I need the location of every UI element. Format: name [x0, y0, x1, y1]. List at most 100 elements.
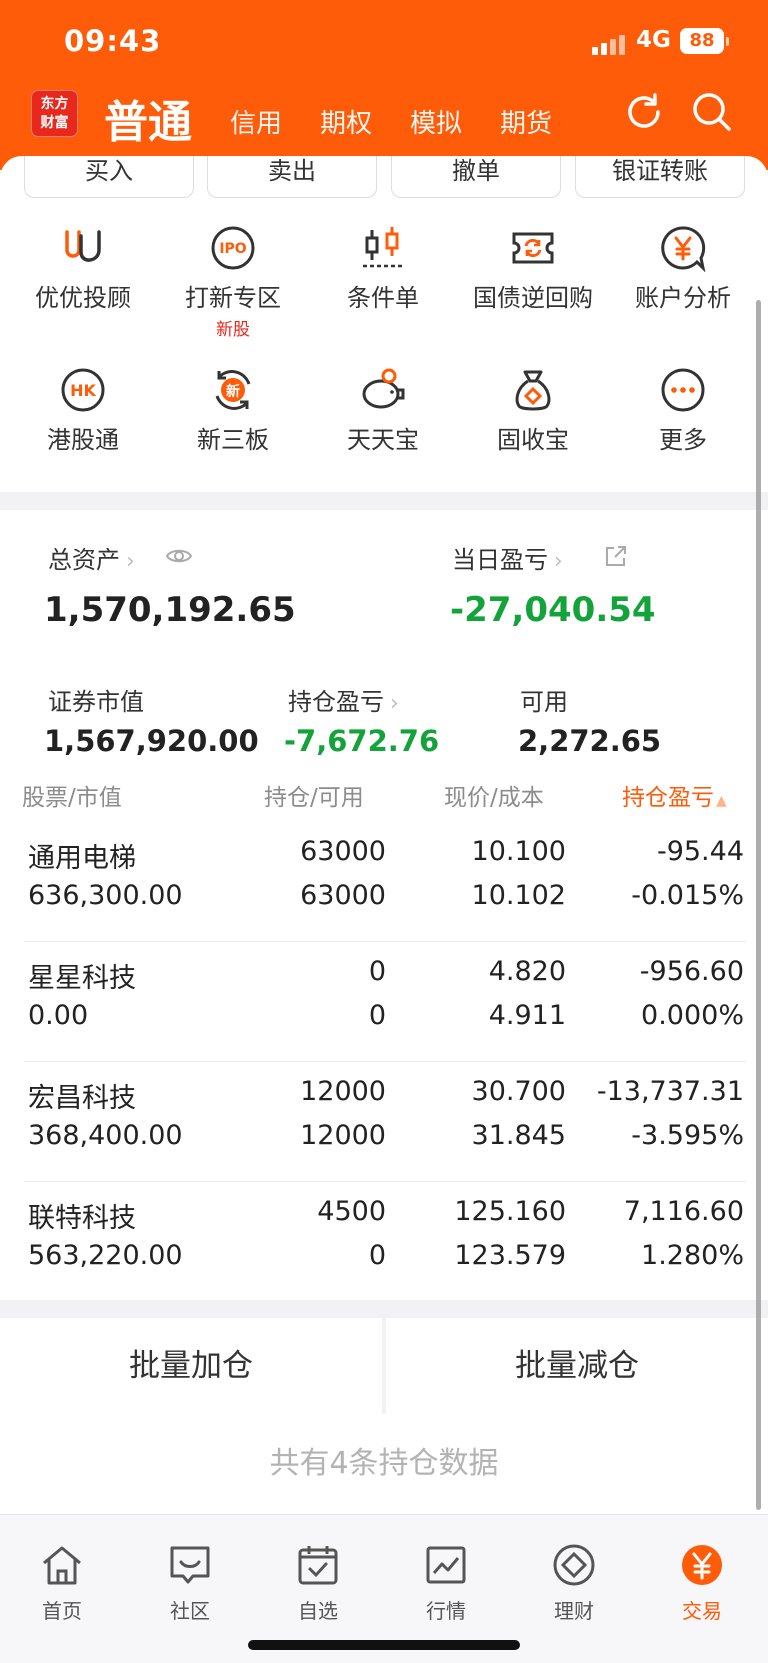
watchlist-icon — [298, 1546, 338, 1585]
signal-icon — [592, 33, 626, 55]
battery-icon: 88 — [680, 28, 729, 54]
daily-pl-value: -27,040.54 — [450, 590, 656, 630]
svg-text:新: 新 — [226, 383, 240, 400]
stock-name: 联特科技 — [28, 1203, 136, 1234]
logo-text-bottom: 财富 — [40, 115, 69, 131]
available-label: 可用 — [520, 688, 568, 716]
tab-simulation[interactable]: 模拟 — [410, 103, 462, 140]
grid-item-tiantianbao[interactable]: 天天宝 — [308, 366, 458, 455]
nav-trade[interactable]: 交易 — [652, 1543, 752, 1624]
app-header: 09:43 4G 88 东方 财富 普通 信用 期权 模拟 期货 — [0, 0, 768, 170]
sort-arrow-icon: ▲ — [716, 793, 727, 809]
header-price-cost[interactable]: 现价/成本 — [444, 778, 544, 812]
holdings-count: 共有4条持仓数据 — [0, 1414, 768, 1514]
header-position-available[interactable]: 持仓/可用 — [264, 778, 364, 812]
grid-item-account-analysis[interactable]: 账户分析 — [608, 224, 758, 313]
status-bar: 09:43 4G 88 — [0, 24, 768, 64]
grid-item-more[interactable]: 更多 — [608, 366, 758, 455]
grid-item-reverse-repo[interactable]: 国债逆回购 — [458, 224, 608, 313]
grid-item-ipo[interactable]: IPO 打新专区 新股 — [158, 224, 308, 340]
table-row[interactable]: 通用电梯 636,300.00 63000 63000 10.100 10.10… — [0, 822, 768, 942]
grid-item-hk-connect[interactable]: HK 港股通 — [8, 366, 158, 455]
stock-market-value: 0.00 — [28, 1000, 89, 1031]
nav-wealth[interactable]: 理财 — [524, 1543, 624, 1624]
share-icon[interactable] — [604, 544, 628, 568]
nav-community[interactable]: 社区 — [140, 1543, 240, 1624]
stock-market-value: 563,220.00 — [28, 1240, 183, 1271]
market-value: 1,567,920.00 — [44, 724, 259, 758]
network-type: 4G — [636, 27, 671, 53]
stock-name: 通用电梯 — [28, 843, 136, 874]
wealth-icon — [553, 1544, 595, 1586]
batch-reduce-button[interactable]: 批量减仓 — [386, 1318, 768, 1414]
buy-button[interactable]: 买入 — [24, 156, 194, 198]
stock-market-value: 636,300.00 — [28, 880, 183, 911]
stock-available: 12000 — [300, 1120, 386, 1151]
tab-normal[interactable]: 普通 — [104, 86, 192, 150]
grid-label: 账户分析 — [635, 284, 731, 312]
grid-item-uu-advisor[interactable]: 优优投顾 — [8, 224, 158, 313]
grid-item-conditional-order[interactable]: 条件单 — [308, 224, 458, 313]
market-icon — [426, 1546, 466, 1584]
bank-transfer-button[interactable]: 银证转账 — [575, 156, 745, 198]
stock-market-value: 368,400.00 — [28, 1120, 183, 1151]
svg-text:HK: HK — [70, 381, 96, 400]
table-row[interactable]: 宏昌科技 368,400.00 12000 12000 30.700 31.84… — [0, 1062, 768, 1182]
position-pl-label[interactable]: 持仓盈亏 › — [288, 682, 399, 717]
stock-available: 0 — [368, 1240, 386, 1271]
tab-options[interactable]: 期权 — [320, 103, 372, 140]
stock-pl: -13,737.31 — [596, 1076, 744, 1107]
nav-market[interactable]: 行情 — [396, 1543, 496, 1624]
refresh-icon[interactable] — [622, 90, 666, 134]
stock-available: 63000 — [300, 880, 386, 911]
grid-label: 优优投顾 — [35, 284, 131, 312]
chevron-right-icon: › — [390, 691, 399, 716]
market-value-label: 证券市值 — [48, 688, 144, 716]
grid-label: 港股通 — [47, 426, 119, 454]
total-assets-label[interactable]: 总资产 › — [48, 540, 135, 575]
grid-item-neeq[interactable]: 新 新三板 — [158, 366, 308, 455]
grid-label: 更多 — [659, 426, 707, 454]
grid-label: 国债逆回购 — [473, 284, 593, 312]
scrollbar[interactable] — [756, 300, 761, 1510]
uu-advisor-icon — [65, 230, 101, 262]
header-stock-market-value[interactable]: 股票/市值 — [22, 778, 122, 812]
candlestick-icon — [363, 227, 403, 268]
stock-pl-pct: -0.015% — [631, 880, 744, 911]
sell-button[interactable]: 卖出 — [207, 156, 377, 198]
cancel-order-button[interactable]: 撤单 — [391, 156, 561, 198]
batch-add-button[interactable]: 批量加仓 — [0, 1318, 382, 1414]
grid-label: 天天宝 — [347, 426, 419, 454]
xin-icon: 新 — [215, 370, 251, 410]
piggy-bank-icon — [362, 368, 405, 409]
nav-home[interactable]: 首页 — [12, 1543, 112, 1624]
grid-item-fixed-income[interactable]: 固收宝 — [458, 366, 608, 455]
stock-position: 63000 — [300, 836, 386, 867]
header-position-pl[interactable]: 持仓盈亏 ▲ — [622, 778, 727, 812]
assets-summary: 总资产 › 1,570,192.65 当日盈亏 › -27,040.54 证券市值 … — [0, 510, 768, 760]
app-logo[interactable]: 东方 财富 — [31, 90, 78, 137]
batch-actions: 批量加仓 批量减仓 — [0, 1318, 768, 1414]
stock-position: 4500 — [317, 1196, 386, 1227]
hk-icon: HK — [61, 368, 105, 412]
svg-text:IPO: IPO — [219, 241, 246, 257]
daily-pl-label[interactable]: 当日盈亏 › — [452, 540, 563, 575]
grid-label: 固收宝 — [497, 426, 569, 454]
chevron-right-icon: › — [126, 549, 135, 574]
eye-icon[interactable] — [165, 546, 193, 566]
ticket-cycle-icon — [512, 232, 554, 264]
home-indicator — [248, 1640, 520, 1650]
tab-credit[interactable]: 信用 — [230, 103, 282, 140]
stock-price: 30.700 — [471, 1076, 566, 1107]
stock-name: 星星科技 — [28, 963, 136, 994]
table-row[interactable]: 联特科技 563,220.00 4500 0 125.160 123.579 7… — [0, 1182, 768, 1302]
tab-futures[interactable]: 期货 — [500, 103, 552, 140]
stock-pl-pct: -3.595% — [631, 1120, 744, 1151]
table-row[interactable]: 星星科技 0.00 0 0 4.820 4.911 -956.60 0.000% — [0, 942, 768, 1062]
logo-text-top: 东方 — [40, 96, 69, 112]
search-icon[interactable] — [690, 90, 734, 134]
nav-watchlist[interactable]: 自选 — [268, 1543, 368, 1624]
stock-name: 宏昌科技 — [28, 1083, 136, 1114]
new-stock-badge: 新股 — [216, 320, 250, 340]
stock-cost: 31.845 — [471, 1120, 566, 1151]
